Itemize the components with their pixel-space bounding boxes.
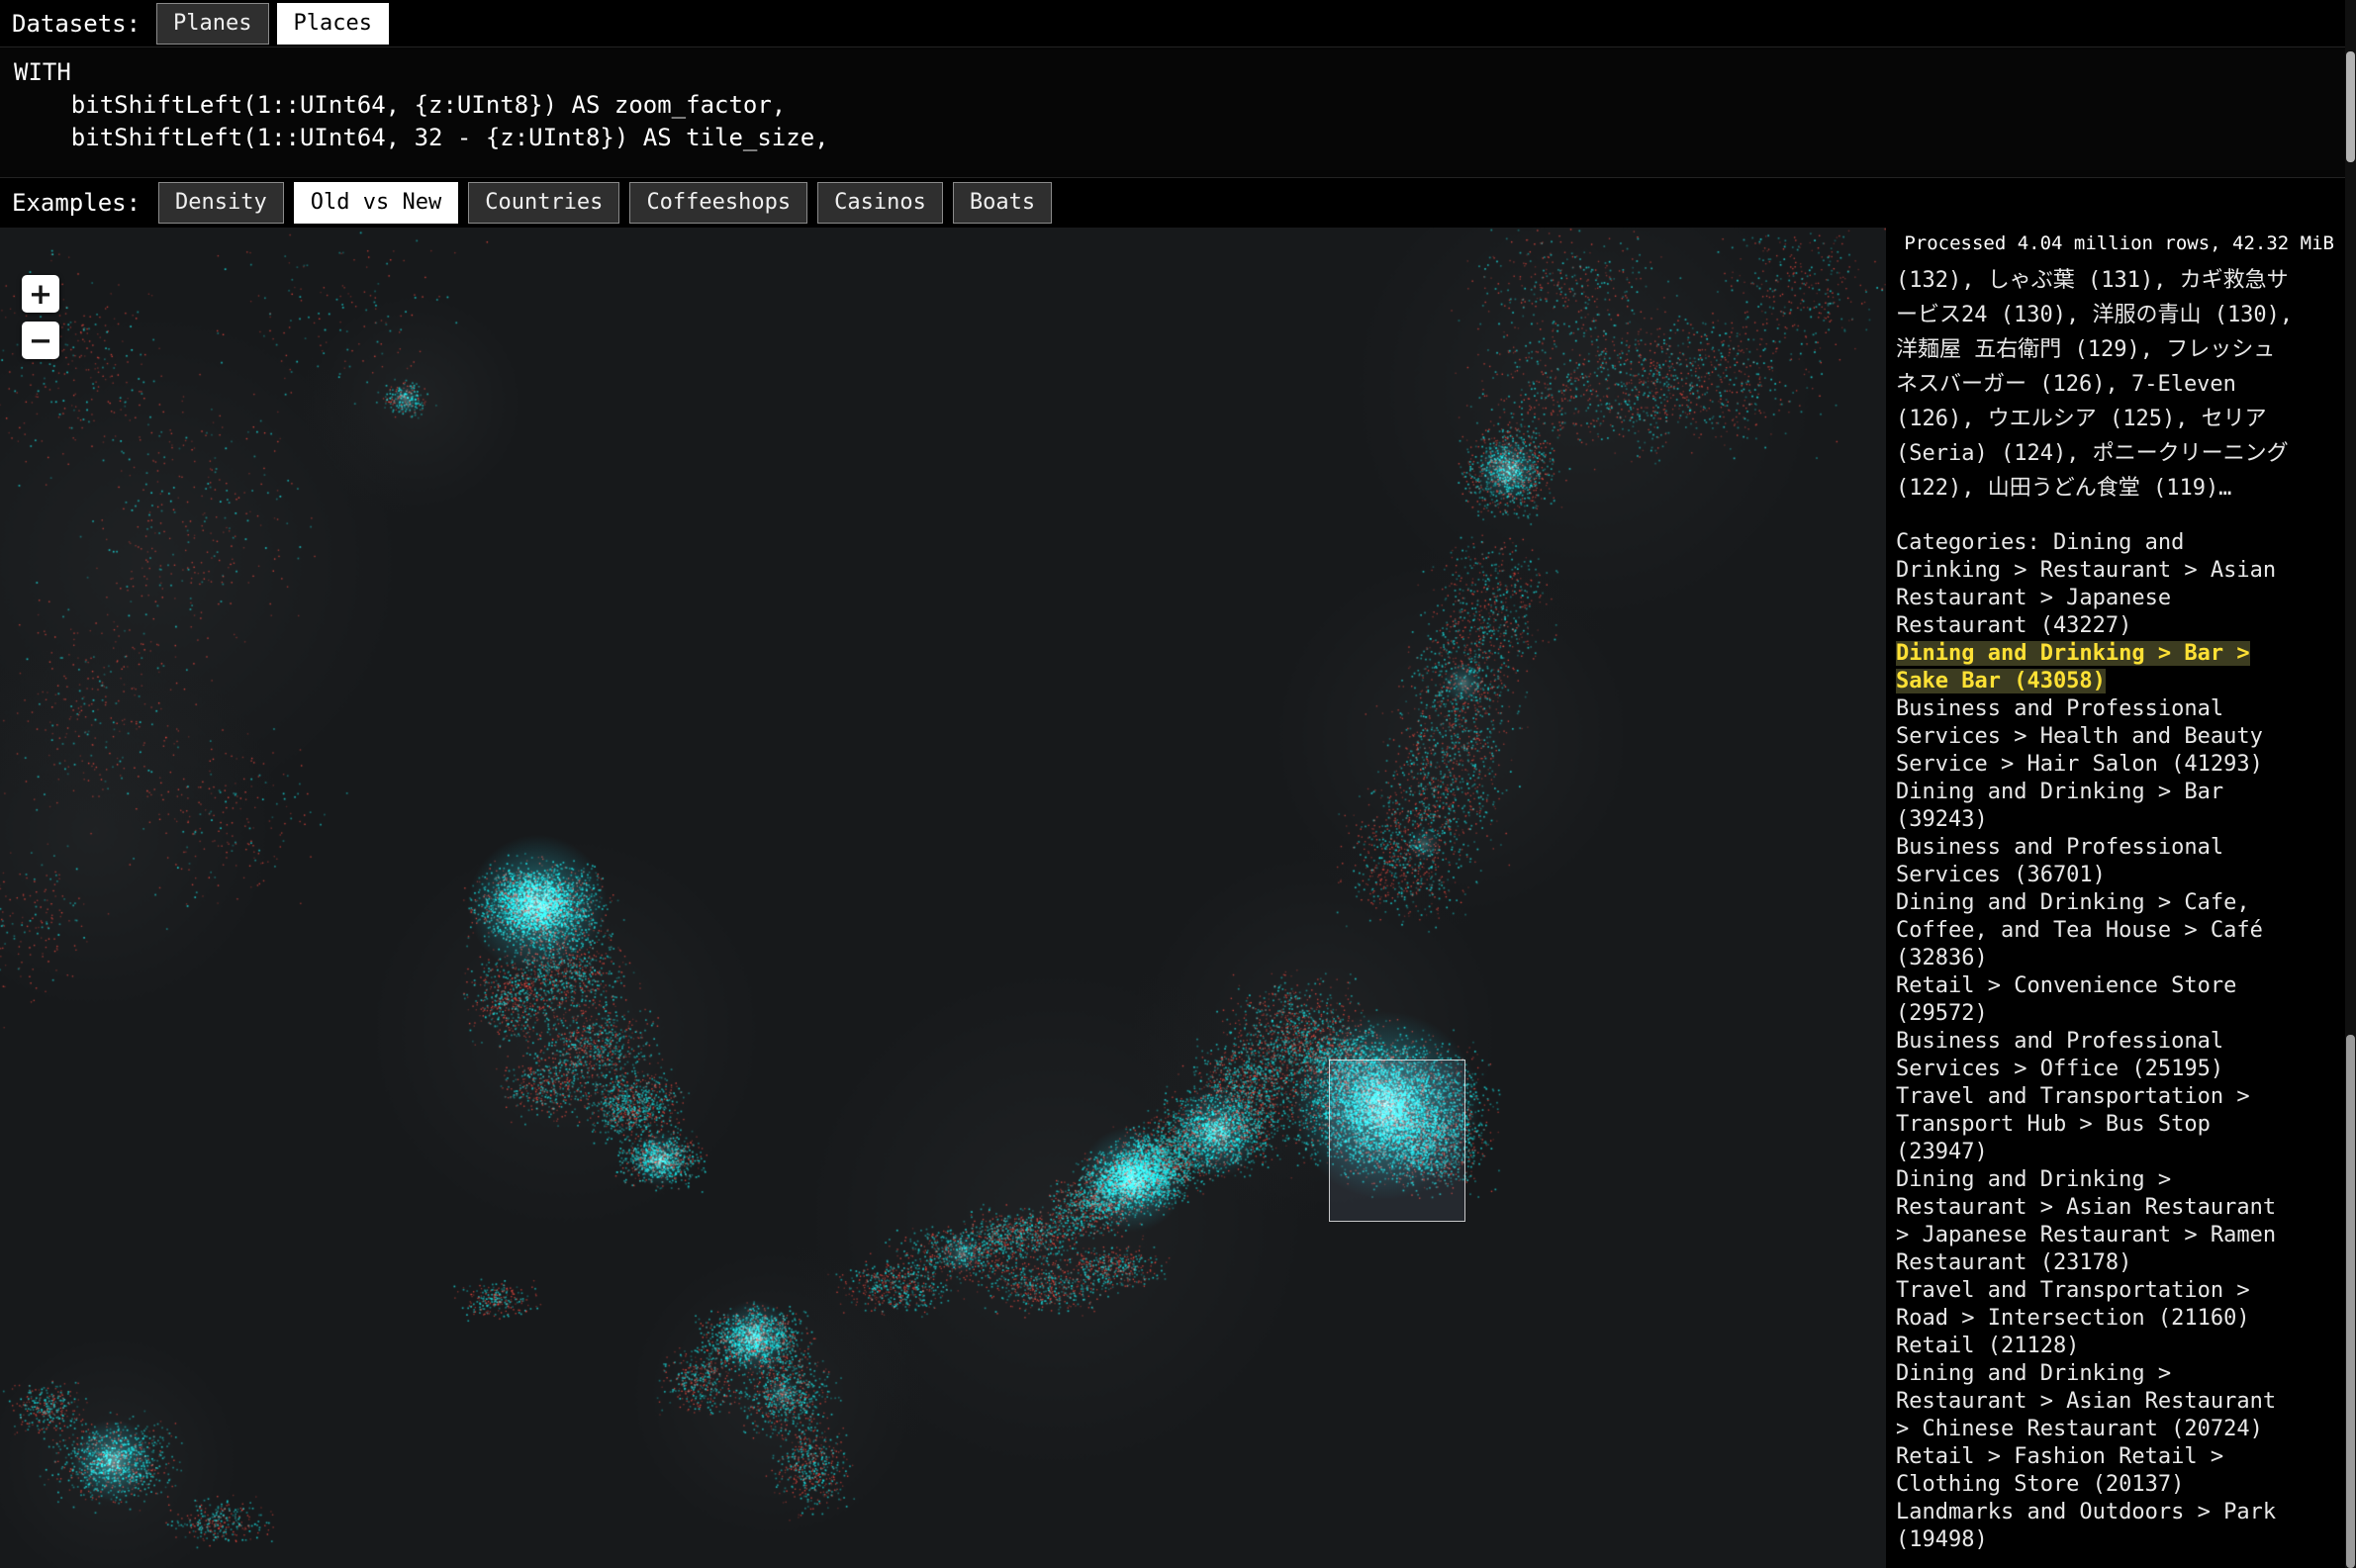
status-text: Processed 4.04 million rows, 42.32 MiB: [1900, 231, 2338, 256]
map[interactable]: + −: [0, 228, 1886, 1568]
datasets-label: Datasets:: [12, 10, 141, 38]
dataset-button-planes[interactable]: Planes: [156, 3, 268, 45]
scrollbar-track: [2345, 0, 2356, 1568]
examples-label: Examples:: [12, 189, 141, 217]
category-item: Dining and Drinking > Cafe, Coffee, and …: [1896, 889, 2297, 972]
query-scrollbar-thumb[interactable]: [2346, 51, 2355, 162]
category-item: Landmarks and Outdoors > Park (19498): [1896, 1499, 2297, 1554]
sql-text: WITH bitShiftLeft(1::UInt64, {z:UInt8}) …: [14, 56, 2342, 154]
categories-section: Categories: Dining and Drinking > Restau…: [1896, 529, 2297, 1554]
zoom-control: + −: [22, 275, 59, 359]
example-button-casinos[interactable]: Casinos: [817, 182, 943, 224]
main-area: + − Processed 4.04 million rows, 42.32 M…: [0, 228, 2356, 1568]
category-item: Business and Professional Services > Off…: [1896, 1028, 2297, 1083]
category-item: Retail > Convenience Store (29572): [1896, 972, 2297, 1028]
brands-text: (132), しゃぶ葉 (131), カギ救急サービス24 (130), 洋服の…: [1896, 263, 2297, 506]
example-button-boats[interactable]: Boats: [953, 182, 1052, 224]
category-item-highlighted: Dining and Drinking > Bar > Sake Bar (43…: [1896, 640, 2297, 695]
category-item: Business and Professional Services > Hea…: [1896, 695, 2297, 779]
category-item: Travel and Transportation > Road > Inter…: [1896, 1277, 2297, 1333]
category-item: Retail > Fashion Retail > Clothing Store…: [1896, 1443, 2297, 1499]
categories-label: Categories:: [1896, 530, 2053, 555]
map-dots-canvas: [0, 228, 1886, 1568]
category-item: Categories: Dining and Drinking > Restau…: [1896, 529, 2297, 640]
selection-rectangle: [1329, 1060, 1465, 1222]
category-item: Dining and Drinking > Restaurant > Asian…: [1896, 1360, 2297, 1443]
zoom-out-button[interactable]: −: [22, 322, 59, 359]
examples-bar: Examples: Density Old vs New Countries C…: [0, 178, 2356, 228]
category-item: Dining and Drinking > Bar (39243): [1896, 779, 2297, 834]
category-item: Business and Professional Services (3670…: [1896, 834, 2297, 889]
example-button-density[interactable]: Density: [158, 182, 284, 224]
example-button-coffeeshops[interactable]: Coffeeshops: [629, 182, 807, 224]
example-button-old-vs-new[interactable]: Old vs New: [294, 182, 458, 224]
category-item: Retail (21128): [1896, 1333, 2297, 1360]
sql-editor[interactable]: WITH bitShiftLeft(1::UInt64, {z:UInt8}) …: [0, 46, 2356, 178]
category-item: Travel and Transportation > Transport Hu…: [1896, 1083, 2297, 1166]
dataset-button-places[interactable]: Places: [277, 3, 389, 45]
datasets-bar: Datasets: Planes Places: [0, 0, 2356, 46]
page-scrollbar-thumb[interactable]: [2346, 1035, 2355, 1568]
stats-sidebar[interactable]: (132), しゃぶ葉 (131), カギ救急サービス24 (130), 洋服の…: [1886, 228, 2356, 1568]
category-item: Dining and Drinking > Restaurant > Asian…: [1896, 1166, 2297, 1277]
zoom-in-button[interactable]: +: [22, 275, 59, 313]
example-button-countries[interactable]: Countries: [468, 182, 619, 224]
